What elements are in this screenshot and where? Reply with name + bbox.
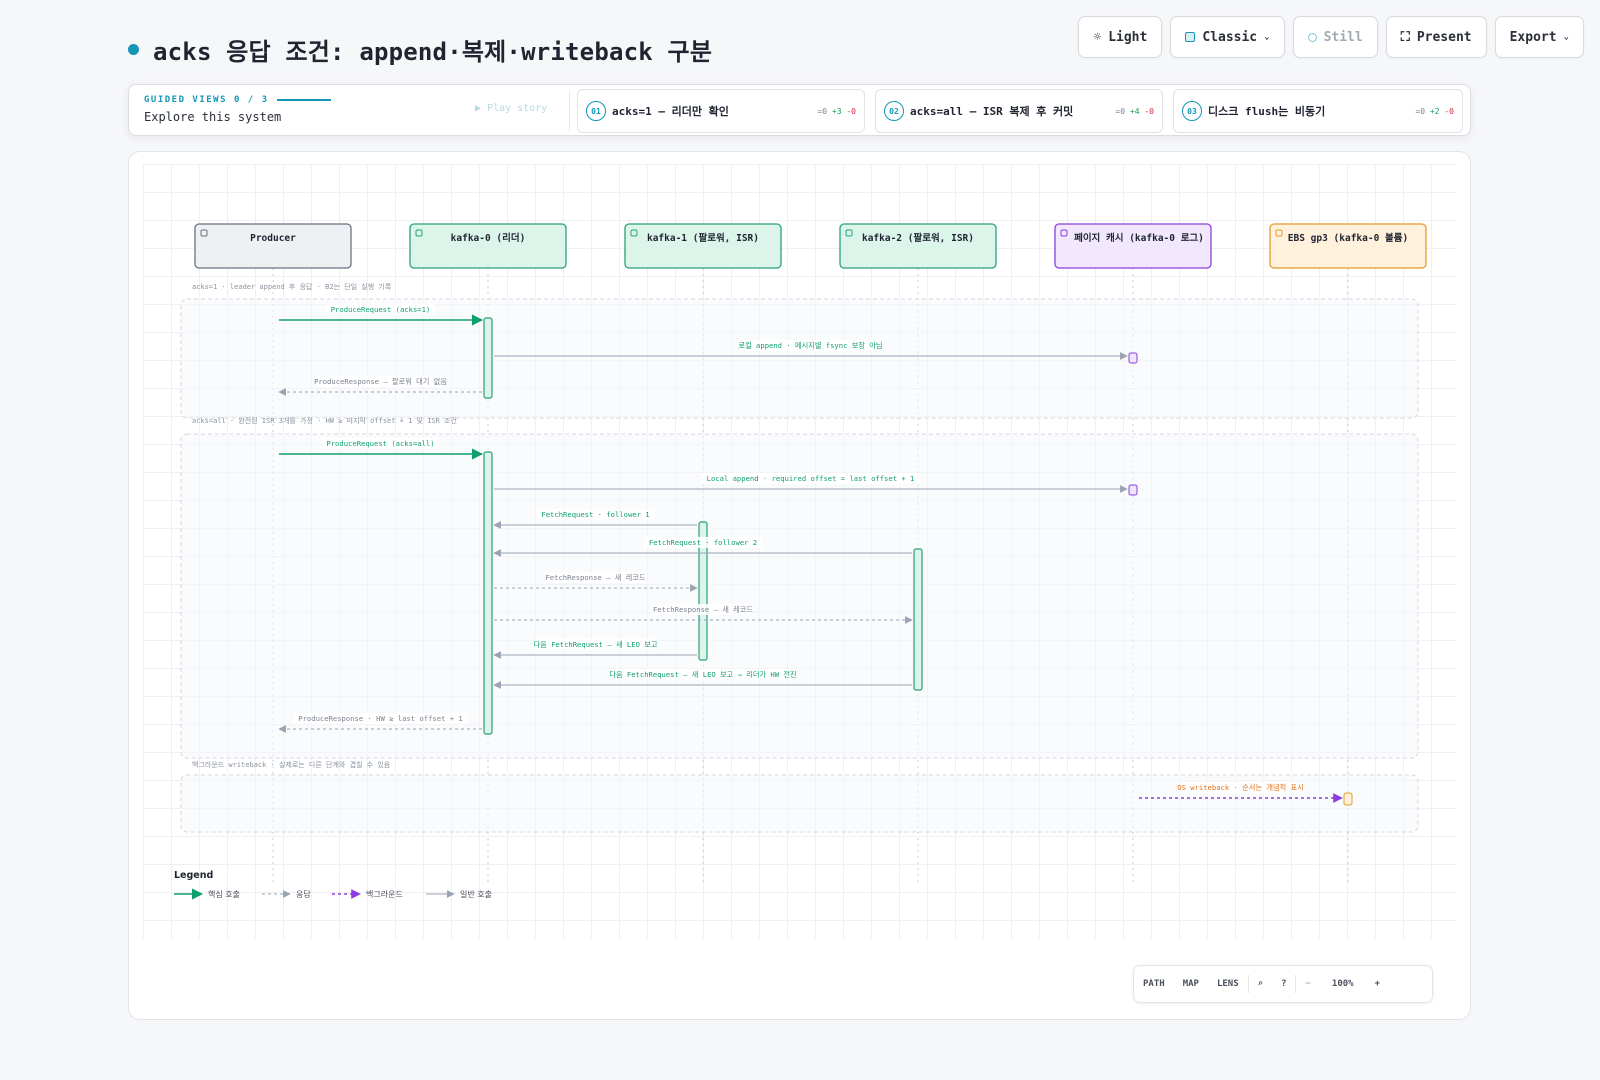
message-label: ProduceResponse — 팔로워 대기 없음 [314, 377, 447, 386]
guided-views-label: GUIDED VIEWS 0 / 3 [144, 95, 269, 105]
step-label: acks=1 — 리더만 확인 [612, 105, 729, 118]
light-label: Light [1108, 29, 1148, 45]
present-button[interactable]: ⛶ Present [1385, 16, 1487, 58]
still-label: Still [1323, 29, 1363, 45]
circle-icon [1307, 32, 1317, 42]
message-label: FetchResponse — 새 레코드 [545, 573, 645, 582]
guided-views-header: GUIDED VIEWS 0 / 3 Explore this system [144, 95, 331, 124]
sun-icon: ☼ [1093, 29, 1102, 45]
step-number: 01 [586, 101, 606, 121]
lens-button[interactable]: LENS [1208, 979, 1248, 989]
play-story-button[interactable]: ▶ Play story [475, 103, 547, 114]
legend-label: 백그라운드 [366, 889, 403, 899]
legend-label: 핵심 호출 [208, 889, 240, 899]
divider [569, 91, 570, 131]
guided-views-panel: GUIDED VIEWS 0 / 3 Explore this system ▶… [128, 84, 1471, 136]
participant-label: kafka-0 (리더) [451, 232, 526, 244]
guided-step-2[interactable]: 02 acks=all — ISR 복제 후 커밋 =0 +4 -0 [875, 89, 1163, 133]
participant-box [624, 223, 782, 269]
activation-bar [483, 451, 493, 735]
step-label: acks=all — ISR 복제 후 커밋 [910, 105, 1074, 118]
export-label: Export [1509, 29, 1557, 45]
sequence-diagram: Producer kafka-0 (리더) kafka-1 (팔로워, ISR) ka… [174, 223, 1427, 900]
toolbar: ☼ Light Classic ⌄ Still ⛶ Present Export… [1078, 16, 1584, 58]
message-label: OS writeback · 순서는 개념적 표시 [1177, 783, 1303, 792]
title-row: acks 응답 조건: append·복제·writeback 구분 [128, 32, 712, 67]
message-label: ProduceRequest (acks=1) [331, 305, 431, 314]
style-select[interactable]: Classic ⌄ [1170, 16, 1285, 58]
participant-label: EBS gp3 (kafka-0 볼륨) [1288, 232, 1408, 244]
play-icon: ▶ [475, 103, 482, 114]
participant-label: kafka-2 (팔로워, ISR) [862, 232, 974, 244]
activation-bar [913, 548, 923, 691]
message-label: FetchRequest · follower 1 [541, 510, 649, 519]
participant-box [409, 223, 567, 269]
participant-label: Producer [250, 233, 296, 244]
step-number: 02 [884, 101, 904, 121]
group-label: acks=1 · leader append 후 응답 · B2는 단일 실행 … [192, 282, 392, 291]
message-label: 로컬 append · 메시지별 fsync 보장 아님 [738, 341, 882, 350]
activation-bar [1128, 352, 1138, 364]
step-stats: =0 +3 -0 [817, 106, 856, 116]
message-label: 다음 FetchRequest — 새 LEO 보고 [534, 640, 658, 649]
zoom-out-button[interactable]: − [1296, 979, 1319, 989]
group-frame [180, 298, 1419, 419]
participant-box [1054, 223, 1212, 269]
guided-step-1[interactable]: 01 acks=1 — 리더만 확인 =0 +3 -0 [577, 89, 865, 133]
export-menu-button[interactable]: Export ⌄ [1494, 16, 1584, 58]
message-label: Local append · required offset = last of… [707, 474, 915, 483]
message-label: ProduceRequest (acks=all) [326, 439, 434, 448]
step-stats: =0 +4 -0 [1115, 106, 1154, 116]
activation-bar [1128, 484, 1138, 496]
group-label: acks=all · 완전된 ISR 3개를 가정 · HW ≥ 마지막 off… [192, 416, 457, 425]
play-story-label: Play story [487, 103, 548, 114]
classic-style-icon [1185, 32, 1196, 42]
zoom-level: 100% [1331, 979, 1354, 989]
message-label: FetchRequest · follower 2 [649, 538, 757, 547]
diagram-canvas[interactable]: Producer kafka-0 (리더) kafka-1 (팔로워, ISR) ka… [128, 151, 1471, 1020]
guided-step-3[interactable]: 03 디스크 flush는 비동기 =0 +2 -0 [1173, 89, 1463, 133]
status-dot [128, 44, 139, 55]
participant-box [1269, 223, 1427, 269]
still-toggle[interactable]: Still [1292, 16, 1378, 58]
chevron-down-icon: ⌄ [1264, 32, 1270, 42]
activation-bar [483, 317, 493, 399]
participant-box [839, 223, 997, 269]
participant-label: 페이지 캐시 (kafka-0 로그) [1074, 232, 1204, 244]
step-label: 디스크 flush는 비동기 [1208, 105, 1326, 118]
search-icon[interactable]: ⌕ [1249, 979, 1272, 989]
chevron-down-icon: ⌄ [1563, 32, 1569, 42]
message-label: 다음 FetchRequest — 새 LEO 보고 → 리더가 HW 전진 [609, 670, 796, 679]
legend-label: 일반 호출 [460, 889, 492, 899]
step-stats: =0 +2 -0 [1415, 106, 1454, 116]
light-theme-button[interactable]: ☼ Light [1078, 16, 1163, 58]
path-button[interactable]: PATH [1134, 979, 1174, 989]
group-label: 백그라운드 writeback · 실제로는 다른 단계와 겹칠 수 있음 [192, 760, 391, 769]
page-title: acks 응답 조건: append·복제·writeback 구분 [153, 38, 713, 66]
present-label: Present [1416, 29, 1472, 45]
step-number: 03 [1182, 101, 1202, 121]
message-label: FetchResponse — 새 레코드 [653, 605, 753, 614]
participant-label: kafka-1 (팔로워, ISR) [647, 232, 759, 244]
legend-label: 응답 [296, 889, 311, 899]
guided-views-subtitle: Explore this system [144, 110, 282, 124]
help-icon[interactable]: ? [1272, 979, 1295, 989]
message-label: ProduceResponse · HW ≥ last offset + 1 [298, 714, 462, 723]
participant-box [194, 223, 352, 269]
map-button[interactable]: MAP [1174, 979, 1208, 989]
guided-progress-bar [276, 99, 331, 101]
zoom-toolbar: PATH MAP LENS ⌕ ? − 100% + [1133, 965, 1433, 1003]
activation-bar [1343, 792, 1353, 806]
legend-title: Legend [174, 870, 213, 881]
classic-label: Classic [1202, 29, 1258, 45]
zoom-in-button[interactable]: + [1366, 979, 1389, 989]
fullscreen-icon: ⛶ [1400, 29, 1410, 45]
